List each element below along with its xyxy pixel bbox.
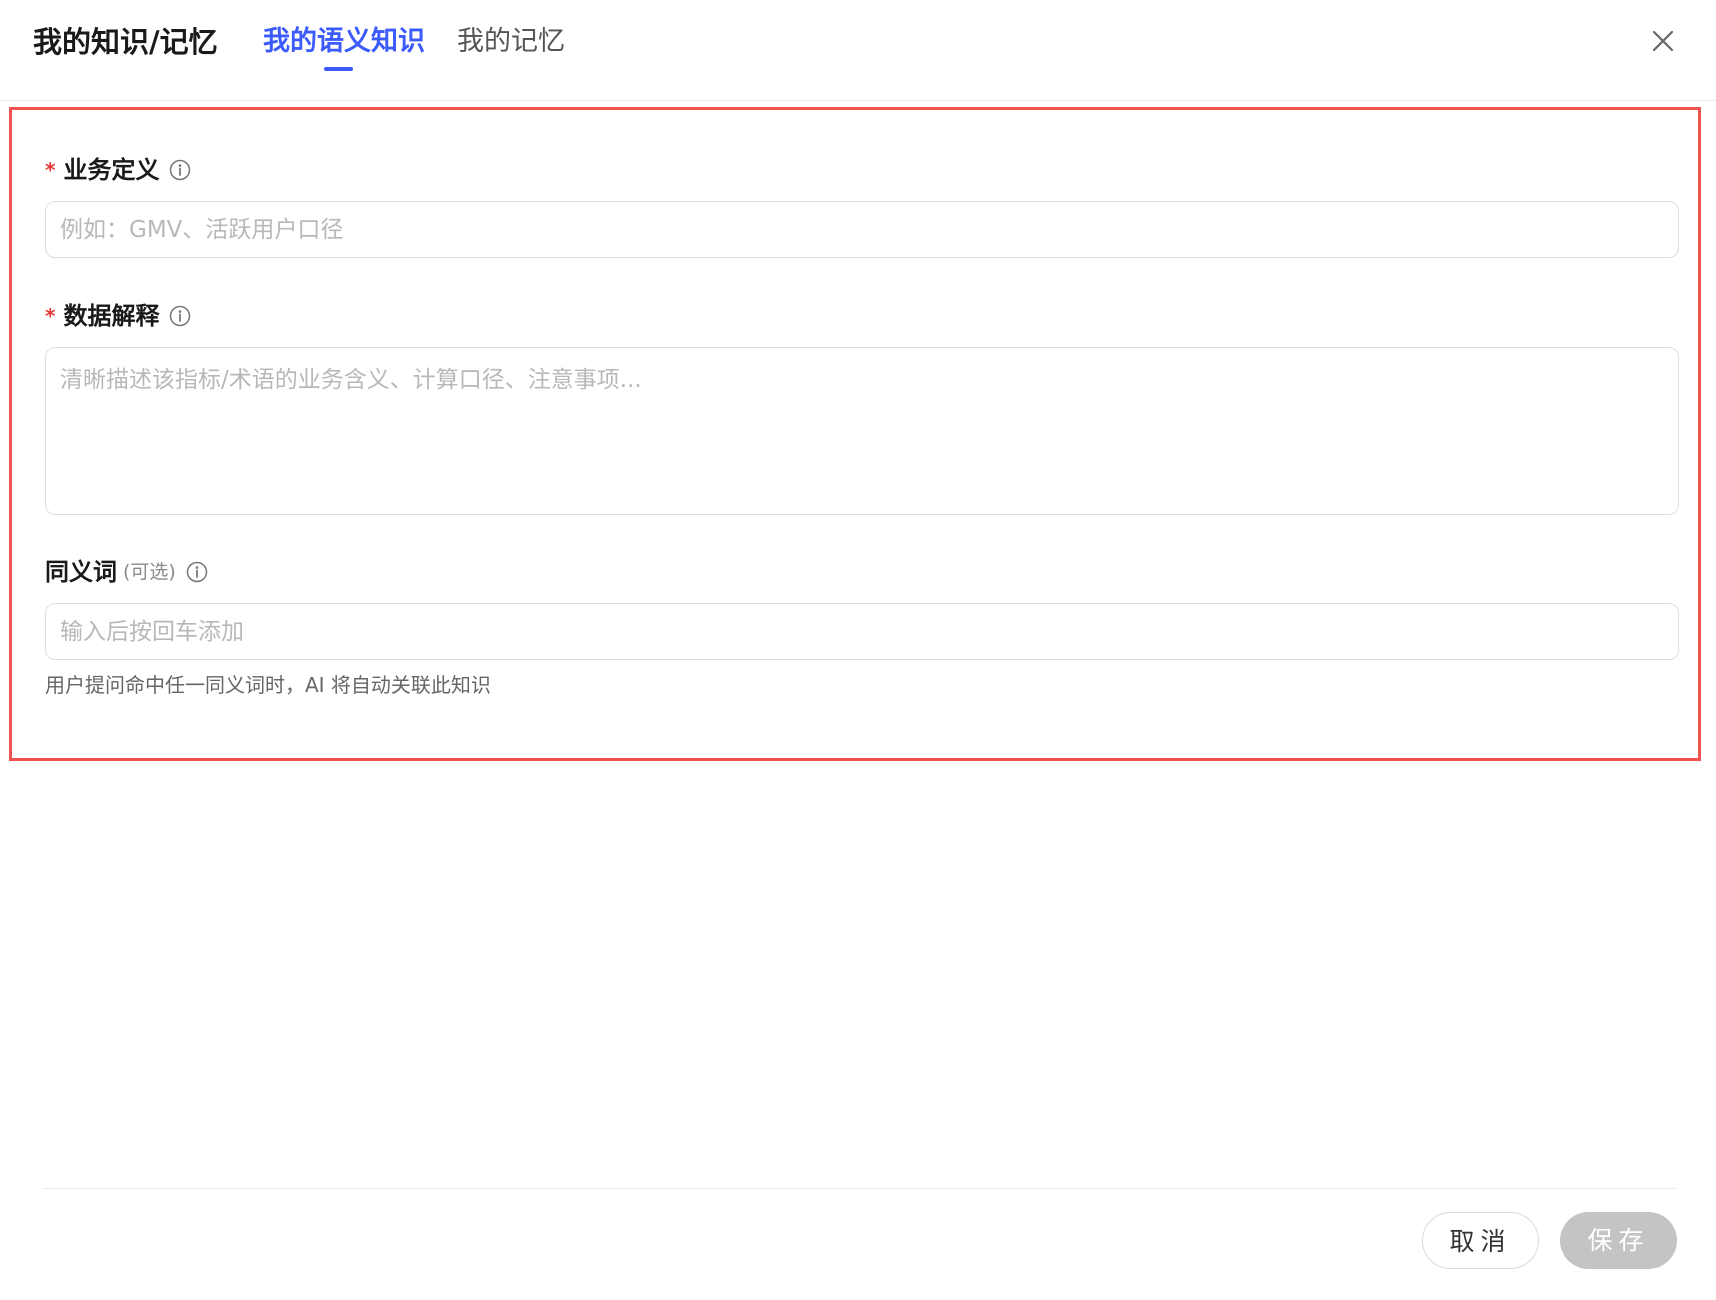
business-definition-label: * 业务定义	[45, 153, 191, 187]
field-label-text: 业务定义	[63, 156, 160, 184]
required-mark: *	[45, 304, 56, 328]
save-button[interactable]: 保存	[1560, 1212, 1677, 1269]
cancel-button[interactable]: 取消	[1422, 1212, 1539, 1269]
synonyms-input[interactable]	[45, 603, 1679, 660]
tab-label: 我的记忆	[457, 26, 565, 57]
modal-title: 我的知识/记忆	[33, 25, 218, 59]
tab-my-memory[interactable]: 我的记忆	[457, 22, 565, 62]
required-mark: *	[45, 158, 56, 182]
optional-hint: (可选)	[123, 561, 176, 583]
modal-header: 我的知识/记忆 我的语义知识 我的记忆	[0, 0, 1716, 101]
data-explanation-textarea[interactable]	[45, 347, 1679, 515]
info-icon[interactable]	[186, 561, 208, 583]
info-icon[interactable]	[169, 305, 191, 327]
tab-semantic-knowledge[interactable]: 我的语义知识	[263, 22, 425, 71]
field-label-text: 数据解释	[63, 302, 160, 330]
tab-label: 我的语义知识	[263, 26, 425, 57]
synonyms-helper-text: 用户提问命中任一同义词时，AI 将自动关联此知识	[45, 673, 491, 697]
footer-divider	[42, 1188, 1676, 1189]
knowledge-modal: 我的知识/记忆 我的语义知识 我的记忆 * 业务定义 例如：GMV、活跃用户口径…	[0, 0, 1716, 1300]
field-label-text: 同义词	[45, 558, 117, 586]
business-definition-input[interactable]	[45, 201, 1679, 258]
close-icon	[1652, 30, 1674, 52]
active-tab-indicator	[324, 67, 353, 71]
close-button[interactable]	[1646, 24, 1680, 58]
info-icon[interactable]	[169, 159, 191, 181]
semantic-knowledge-form: * 业务定义 * 数据解释 同义词 (可选)	[9, 107, 1701, 761]
synonyms-label: 同义词 (可选)	[45, 555, 208, 589]
data-explanation-label: * 数据解释	[45, 299, 191, 333]
